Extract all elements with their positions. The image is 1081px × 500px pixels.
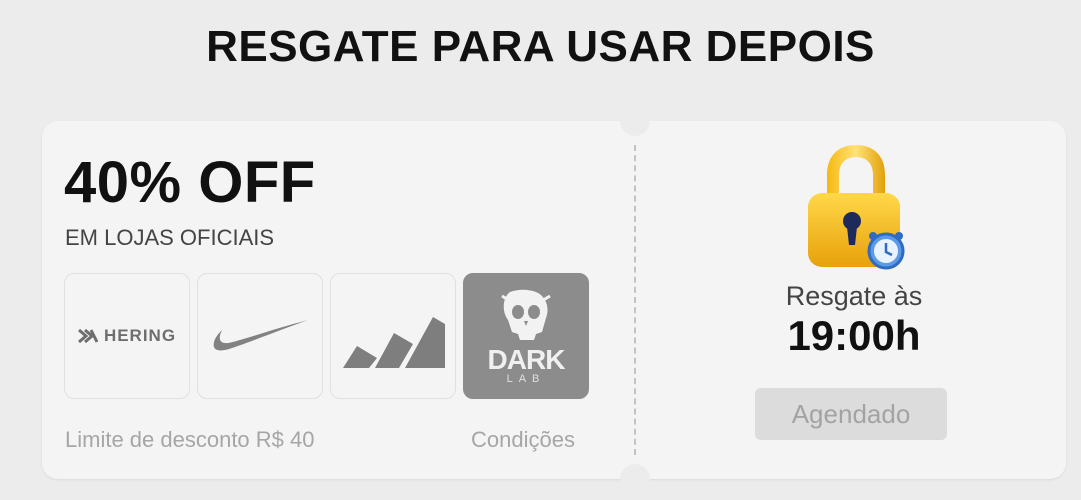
offer-subtitle: EM LOJAS OFICIAIS — [65, 225, 275, 250]
brand-logos: HERING DARK LAB — [64, 273, 589, 399]
padlock-alarm-clock-icon — [808, 145, 905, 270]
brand-logo-adidas — [330, 273, 456, 399]
hering-x-icon — [77, 329, 98, 343]
nike-swoosh-icon — [213, 320, 308, 351]
page-title: RESGATE PARA USAR DEPOIS — [206, 22, 875, 71]
ticket-divider — [634, 145, 636, 455]
dark-lab-text: DARK — [487, 343, 566, 375]
brand-logo-hering: HERING — [64, 273, 190, 399]
skull-icon — [501, 289, 551, 340]
redeem-label: Resgate às — [785, 281, 923, 311]
brand-logo-dark-lab: DARK LAB — [463, 273, 589, 399]
brand-logo-nike — [197, 273, 323, 399]
discount-limit: Limite de desconto R$ 40 — [65, 427, 315, 452]
dark-lab-subtext: LAB — [506, 372, 546, 385]
scheduled-button[interactable]: Agendado — [755, 388, 947, 440]
redeem-time: 19:00h — [787, 312, 921, 359]
offer-title: 40% OFF — [64, 150, 316, 215]
adidas-stripes-icon — [343, 317, 445, 368]
ticket-notch-top — [620, 106, 650, 136]
coupon-ticket: 40% OFF EM LOJAS OFICIAIS HERING DARK LA… — [42, 106, 1066, 494]
conditions-link[interactable]: Condições — [471, 427, 575, 453]
ticket-notch-bottom — [620, 464, 650, 494]
hering-logo-text: HERING — [103, 326, 177, 345]
